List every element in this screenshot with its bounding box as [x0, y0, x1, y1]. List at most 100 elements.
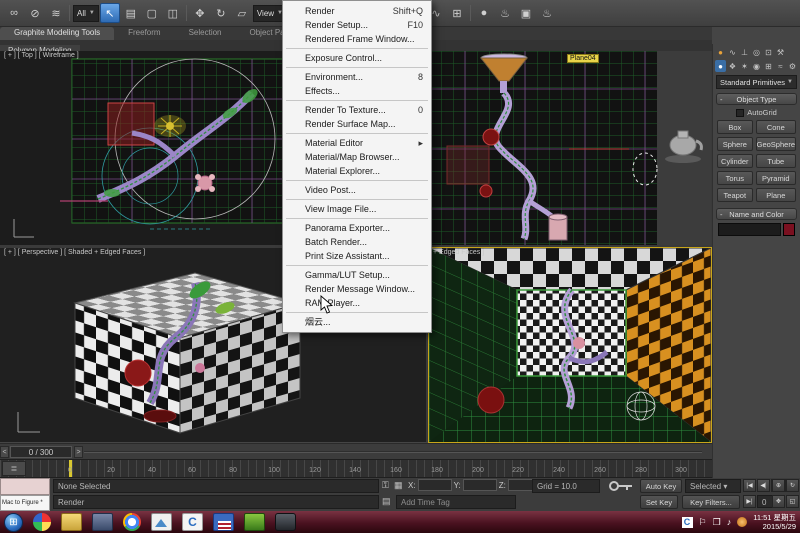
go-to-end-button[interactable]: ▶|: [743, 495, 756, 508]
menu-item-render[interactable]: RenderShift+Q: [283, 4, 431, 18]
go-to-start-button[interactable]: |◀: [743, 479, 756, 492]
tray-user-icon[interactable]: [737, 517, 747, 527]
frame-forward-arrow[interactable]: >: [74, 446, 83, 458]
display-tab-icon[interactable]: ⊡: [763, 46, 774, 58]
object-name-field[interactable]: [718, 223, 781, 236]
taskbar-app-image-viewer[interactable]: [151, 513, 172, 531]
box-button[interactable]: Box: [717, 120, 753, 134]
y-field[interactable]: [463, 479, 497, 491]
taskbar-app-phone[interactable]: [275, 513, 296, 531]
select-and-link-icon[interactable]: ∞: [4, 3, 24, 23]
menu-item-render-message-window[interactable]: Render Message Window...: [283, 282, 431, 296]
systems-icon[interactable]: ⚙: [787, 60, 798, 72]
rendered-frame-icon[interactable]: ▣: [516, 3, 536, 23]
start-button[interactable]: ⊞: [4, 513, 23, 532]
x-field[interactable]: [418, 479, 452, 491]
geosphere-button[interactable]: GeoSphere: [756, 137, 796, 151]
menu-item-batch-render[interactable]: Batch Render...: [283, 235, 431, 249]
name-color-header[interactable]: -Name and Color: [716, 208, 797, 220]
menu-item-material-map-browser[interactable]: Material/Map Browser...: [283, 150, 431, 164]
unlink-selection-icon[interactable]: ⊘: [25, 3, 45, 23]
rectangular-region-icon[interactable]: ▢: [142, 3, 162, 23]
menu-item-render-to-texture[interactable]: Render To Texture...0: [283, 103, 431, 117]
cameras-icon[interactable]: ◉: [751, 60, 762, 72]
selection-set-dropdown[interactable]: Selected ▾: [685, 479, 741, 493]
object-type-header[interactable]: -Object Type: [716, 93, 797, 105]
menu-item-view-image-file[interactable]: View Image File...: [283, 202, 431, 216]
bind-spacewarp-icon[interactable]: ≋: [46, 3, 66, 23]
taskbar-app-pinwheel[interactable]: [33, 513, 51, 531]
menu-item-plugin[interactable]: 烟云...: [283, 315, 431, 329]
pyramid-button[interactable]: Pyramid: [756, 171, 796, 185]
absolute-offset-toggle-icon[interactable]: ▦: [394, 480, 403, 491]
menu-item-gamma-lut-setup[interactable]: Gamma/LUT Setup...: [283, 268, 431, 282]
time-slider-handle[interactable]: 0 / 300: [10, 446, 72, 458]
time-tag-icon[interactable]: ▤: [382, 496, 391, 507]
menu-item-exposure-control[interactable]: Exposure Control...: [283, 51, 431, 65]
tab-graphite-modeling[interactable]: Graphite Modeling Tools: [0, 27, 114, 40]
menu-item-print-size-assistant[interactable]: Print Size Assistant...: [283, 249, 431, 263]
tray-window-icon[interactable]: ❐: [713, 517, 721, 528]
taskbar-app-c[interactable]: C: [182, 513, 203, 531]
menu-item-material-explorer[interactable]: Material Explorer...: [283, 164, 431, 178]
taskbar-app-computer[interactable]: [92, 513, 113, 531]
teapot-button[interactable]: Teapot: [717, 188, 753, 202]
spacewarps-icon[interactable]: ≈: [775, 60, 786, 72]
taskbar-app-chrome[interactable]: [123, 513, 141, 531]
utilities-tab-icon[interactable]: ⚒: [775, 46, 786, 58]
render-production-icon[interactable]: ♨: [537, 3, 557, 23]
object-color-swatch[interactable]: [783, 223, 795, 236]
viewport-camera-label[interactable]: + Edged Faces ]: [433, 249, 484, 256]
plane-button[interactable]: Plane: [756, 188, 796, 202]
geometry-icon[interactable]: ●: [715, 60, 726, 72]
menu-item-environment[interactable]: Environment...8: [283, 70, 431, 84]
tube-button[interactable]: Tube: [756, 154, 796, 168]
motion-tab-icon[interactable]: ◎: [751, 46, 762, 58]
key-filters-button[interactable]: Key Filters...: [682, 495, 740, 509]
maxscript-mini-listener[interactable]: Mac to Figure *: [0, 495, 50, 511]
menu-item-panorama-exporter[interactable]: Panorama Exporter...: [283, 221, 431, 235]
schematic-view-icon[interactable]: ⊞: [447, 3, 467, 23]
tray-speaker-icon[interactable]: ♪: [727, 517, 732, 527]
maximize-viewport-icon[interactable]: ◱: [786, 495, 799, 508]
menu-item-material-editor[interactable]: Material Editor▸: [283, 136, 431, 150]
select-object-icon[interactable]: ↖: [100, 3, 120, 23]
cone-button[interactable]: Cone: [756, 120, 796, 134]
tray-c-icon[interactable]: C: [682, 517, 693, 528]
taskbar-app-explorer[interactable]: [61, 513, 82, 531]
tab-selection[interactable]: Selection: [175, 27, 236, 40]
menu-item-render-surface-map[interactable]: Render Surface Map...: [283, 117, 431, 131]
viewport-perspective-label[interactable]: [ + ] [ Perspective ] [ Shaded + Edged F…: [4, 249, 145, 256]
move-icon[interactable]: ✥: [190, 3, 210, 23]
add-time-tag-field[interactable]: Add Time Tag: [396, 495, 516, 509]
helpers-icon[interactable]: ⊞: [763, 60, 774, 72]
menu-item-effects[interactable]: Effects...: [283, 84, 431, 98]
shapes-icon[interactable]: ❖: [727, 60, 738, 72]
frame-back-arrow[interactable]: <: [0, 446, 9, 458]
menu-item-render-setup[interactable]: Render Setup...F10: [283, 18, 431, 32]
menu-item-ram-player[interactable]: RAM Player...: [283, 296, 431, 310]
zoom-icon[interactable]: ⊕: [772, 479, 785, 492]
tab-freeform[interactable]: Freeform: [114, 27, 174, 40]
set-key-button[interactable]: Set Key: [640, 495, 678, 509]
taskbar-clock[interactable]: 11:51 星期五 2015/5/29: [753, 513, 796, 531]
autogrid-checkbox[interactable]: [736, 109, 744, 117]
selection-filter-dropdown[interactable]: All▼: [73, 5, 99, 22]
tray-flag-icon[interactable]: ⚐: [699, 517, 707, 528]
time-slider-track[interactable]: [84, 451, 702, 453]
cylinder-button[interactable]: Cylinder: [717, 154, 753, 168]
orbit-icon[interactable]: ↻: [786, 479, 799, 492]
create-tab-icon[interactable]: ●: [715, 46, 726, 58]
prev-frame-button[interactable]: ◀|: [757, 479, 770, 492]
menu-item-rendered-frame-window[interactable]: Rendered Frame Window...: [283, 32, 431, 46]
viewport-top-label[interactable]: [ + ] [ Top ] [ Wireframe ]: [4, 52, 79, 59]
torus-button[interactable]: Torus: [717, 171, 753, 185]
modify-tab-icon[interactable]: ∿: [727, 46, 738, 58]
menu-item-video-post[interactable]: Video Post...: [283, 183, 431, 197]
hierarchy-tab-icon[interactable]: ⊥: [739, 46, 750, 58]
maxscript-macro-recorder[interactable]: [0, 478, 50, 495]
viewport-camera[interactable]: + Edged Faces ]: [429, 248, 711, 442]
auto-key-button[interactable]: Auto Key: [640, 479, 682, 493]
lights-icon[interactable]: ✶: [739, 60, 750, 72]
taskbar-app-save[interactable]: [213, 513, 234, 531]
